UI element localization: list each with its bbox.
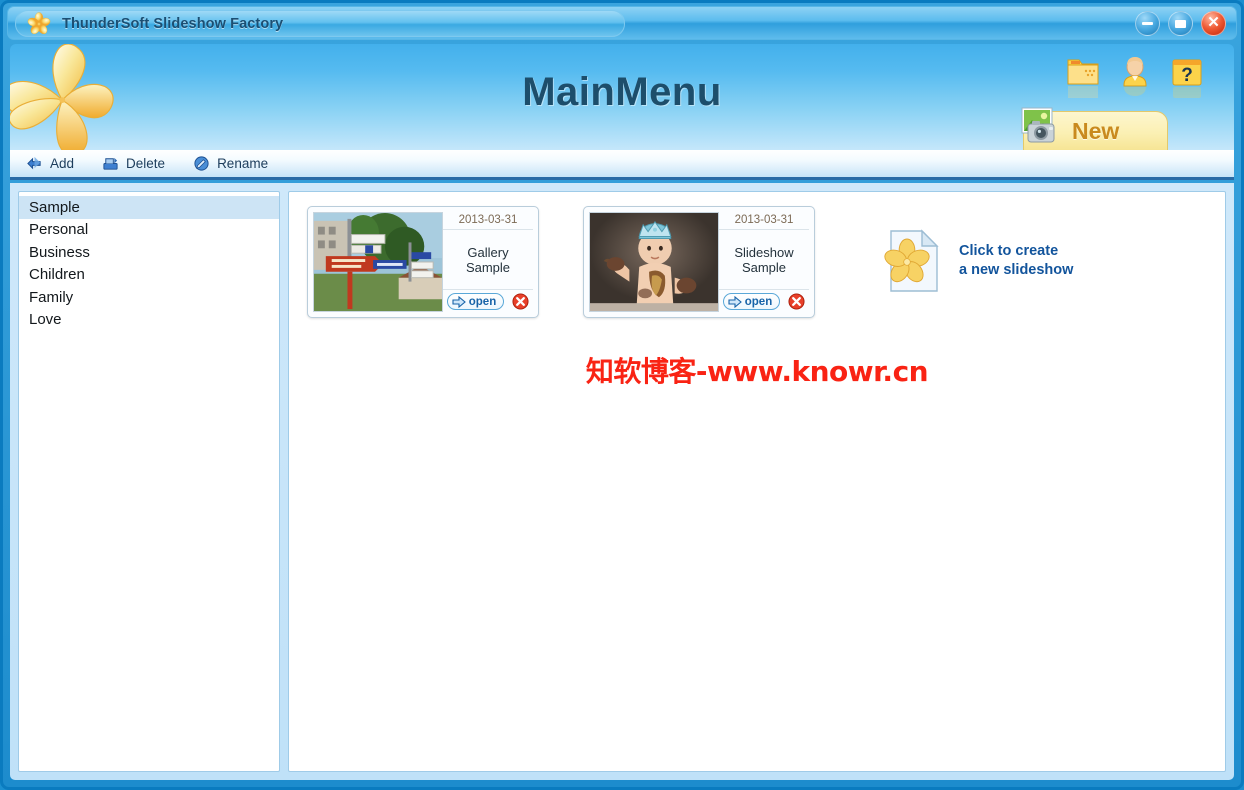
maximize-icon	[1175, 19, 1186, 28]
sidebar-item-children[interactable]: Children	[19, 264, 279, 287]
title-pill: ThunderSoft Slideshow Factory	[15, 10, 625, 37]
maximize-button[interactable]	[1168, 11, 1193, 36]
close-button[interactable]: ✕	[1201, 11, 1226, 36]
project-date: 2013-03-31	[443, 214, 533, 230]
project-thumbnail	[313, 212, 443, 312]
delete-project-icon[interactable]	[512, 293, 529, 310]
sidebar-item-family[interactable]: Family	[19, 286, 279, 309]
sidebar-item-label: Children	[29, 266, 85, 284]
open-label: open	[744, 295, 773, 308]
create-new-slideshow-button[interactable]: Click to create a new slideshow	[883, 228, 1073, 294]
header-icon-group: ?	[1066, 52, 1204, 98]
project-card[interactable]: 2013-03-31 Slideshow Sample open	[583, 206, 815, 318]
close-icon: ✕	[1207, 14, 1220, 31]
new-button[interactable]: New	[1021, 107, 1168, 150]
application-window: ThunderSoft Slideshow Factory ✕ MainMenu…	[0, 0, 1244, 790]
minimize-icon	[1142, 22, 1153, 25]
help-icon[interactable]: ?	[1170, 52, 1204, 98]
sidebar-item-love[interactable]: Love	[19, 309, 279, 332]
window-controls: ✕	[1135, 11, 1226, 36]
project-name: Gallery Sample	[462, 230, 514, 289]
rename-icon	[194, 156, 209, 171]
street-signs-photo	[314, 213, 442, 311]
project-name: Slideshow Sample	[730, 230, 797, 289]
project-name-line1: Gallery	[467, 244, 509, 260]
project-meta: 2013-03-31 Gallery Sample open	[443, 212, 533, 312]
create-new-line1: Click to create	[959, 243, 1059, 259]
delete-button[interactable]: Delete	[102, 155, 165, 172]
body-area: Sample Personal Business Children Family…	[10, 183, 1234, 780]
app-logo-flower-icon	[27, 11, 51, 34]
open-arrow-icon	[728, 295, 742, 308]
add-label: Add	[50, 156, 75, 171]
sidebar-item-label: Family	[29, 288, 74, 306]
create-new-label: Click to create a new slideshow	[959, 242, 1073, 280]
sidebar-item-sample[interactable]: Sample	[19, 196, 279, 219]
header-banner: MainMenu ? New	[10, 44, 1234, 150]
open-label: open	[468, 295, 497, 308]
toolbar: Add Delete Rename	[10, 150, 1234, 180]
title-bar: ThunderSoft Slideshow Factory ✕	[7, 6, 1237, 40]
baby-with-crown-photo	[590, 213, 718, 311]
rename-label: Rename	[217, 156, 269, 171]
project-thumbnail	[589, 212, 719, 312]
project-card[interactable]: 2013-03-31 Gallery Sample open	[307, 206, 539, 318]
open-button[interactable]: open	[446, 293, 505, 310]
project-name-line2: Sample	[465, 259, 511, 275]
new-button-label: New	[1072, 118, 1120, 144]
project-date: 2013-03-31	[719, 214, 809, 230]
sidebar-item-business[interactable]: Business	[19, 241, 279, 264]
minimize-button[interactable]	[1135, 11, 1160, 36]
delete-icon	[103, 157, 118, 170]
add-button[interactable]: Add	[26, 155, 74, 172]
project-name-line2: Sample	[741, 259, 787, 275]
rename-button[interactable]: Rename	[193, 155, 268, 172]
category-sidebar: Sample Personal Business Children Family…	[18, 191, 280, 772]
folder-icon[interactable]	[1066, 52, 1100, 98]
project-name-line1: Slideshow	[734, 244, 794, 260]
project-actions: open	[719, 289, 809, 312]
new-document-flower-icon	[884, 229, 939, 292]
svg-text:?: ?	[1181, 65, 1193, 86]
user-icon[interactable]	[1118, 52, 1152, 98]
sidebar-item-personal[interactable]: Personal	[19, 219, 279, 242]
camera-photo-icon	[1021, 107, 1055, 143]
project-meta: 2013-03-31 Slideshow Sample open	[719, 212, 809, 312]
sidebar-item-label: Business	[29, 243, 90, 261]
sidebar-item-label: Sample	[29, 198, 80, 216]
sidebar-item-label: Personal	[29, 221, 89, 239]
open-arrow-icon	[452, 295, 466, 308]
project-actions: open	[443, 289, 533, 312]
sidebar-item-label: Love	[29, 311, 62, 329]
window-title: ThunderSoft Slideshow Factory	[62, 15, 284, 32]
watermark-text: 知软博客-www.knowr.cn	[585, 355, 929, 388]
projects-panel: 2013-03-31 Gallery Sample open 2013-03-3…	[288, 191, 1226, 772]
delete-label: Delete	[126, 156, 166, 171]
project-cards-row: 2013-03-31 Gallery Sample open 2013-03-3…	[307, 206, 1225, 318]
create-new-line2: a new slideshow	[959, 262, 1074, 278]
open-button[interactable]: open	[722, 293, 781, 310]
add-icon	[27, 156, 41, 170]
delete-project-icon[interactable]	[788, 293, 805, 310]
